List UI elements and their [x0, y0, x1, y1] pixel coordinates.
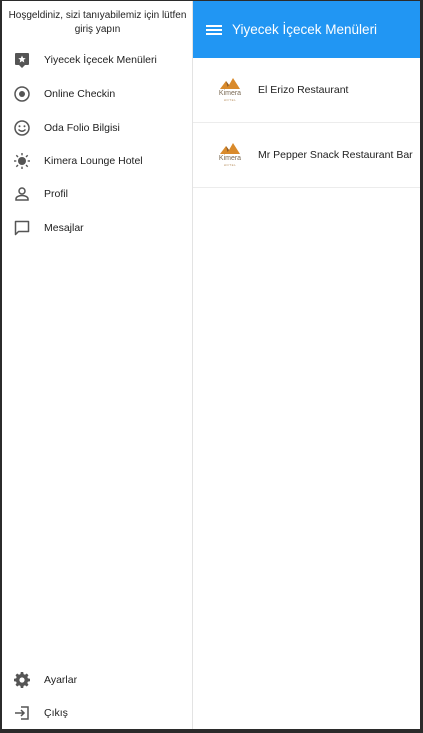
list-item[interactable]: Kimera HOTEL Mr Pepper Snack Restaurant … [193, 123, 420, 188]
drawer-item-label: Profil [44, 188, 68, 200]
gear-icon [13, 671, 31, 689]
drawer-item-online-checkin[interactable]: Online Checkin [2, 79, 193, 109]
smiley-icon [13, 119, 31, 137]
navigation-drawer: Hoşgeldiniz, sizi tanıyabilemiz için lüt… [2, 1, 193, 729]
menu-icon[interactable] [206, 23, 222, 37]
drawer-item-label: Kimera Lounge Hotel [44, 155, 143, 167]
person-icon [13, 185, 31, 203]
restaurant-name: Mr Pepper Snack Restaurant Bar [258, 149, 413, 161]
logout-icon [13, 704, 31, 722]
drawer-item-label: Ayarlar [44, 674, 78, 686]
drawer-item-label: Oda Folio Bilgisi [44, 122, 120, 134]
drawer-item-logout[interactable]: Çıkış [2, 698, 193, 728]
drawer-item-food-menus[interactable]: Yiyecek İçecek Menüleri [2, 45, 193, 75]
restaurant-menu-icon [13, 51, 31, 69]
restaurant-name: El Erizo Restaurant [258, 84, 349, 96]
restaurant-list: Kimera HOTEL El Erizo Restaurant Kimera … [193, 58, 420, 188]
page-title: Yiyecek İçecek Menüleri [232, 22, 378, 37]
drawer-item-label: Çıkış [44, 707, 68, 719]
app-bar: Yiyecek İçecek Menüleri [193, 1, 420, 58]
drawer-item-label: Yiyecek İçecek Menüleri [44, 54, 157, 66]
drawer-item-settings[interactable]: Ayarlar [2, 665, 193, 695]
kimera-logo: Kimera HOTEL [214, 78, 246, 102]
drawer-item-hotel[interactable]: Kimera Lounge Hotel [2, 146, 193, 176]
kimera-logo: Kimera HOTEL [214, 143, 246, 167]
app-window: Hoşgeldiniz, sizi tanıyabilemiz için lüt… [2, 1, 420, 729]
radio-target-icon [13, 85, 31, 103]
drawer-item-room-folio[interactable]: Oda Folio Bilgisi [2, 113, 193, 143]
list-item[interactable]: Kimera HOTEL El Erizo Restaurant [193, 58, 420, 123]
drawer-welcome-text: Hoşgeldiniz, sizi tanıyabilemiz için lüt… [8, 10, 187, 35]
drawer-item-label: Online Checkin [44, 88, 116, 100]
drawer-item-label: Mesajlar [44, 222, 84, 234]
sun-icon [13, 152, 31, 170]
chat-bubble-icon [13, 219, 31, 237]
drawer-item-messages[interactable]: Mesajlar [2, 213, 193, 243]
drawer-item-profile[interactable]: Profil [2, 179, 193, 209]
